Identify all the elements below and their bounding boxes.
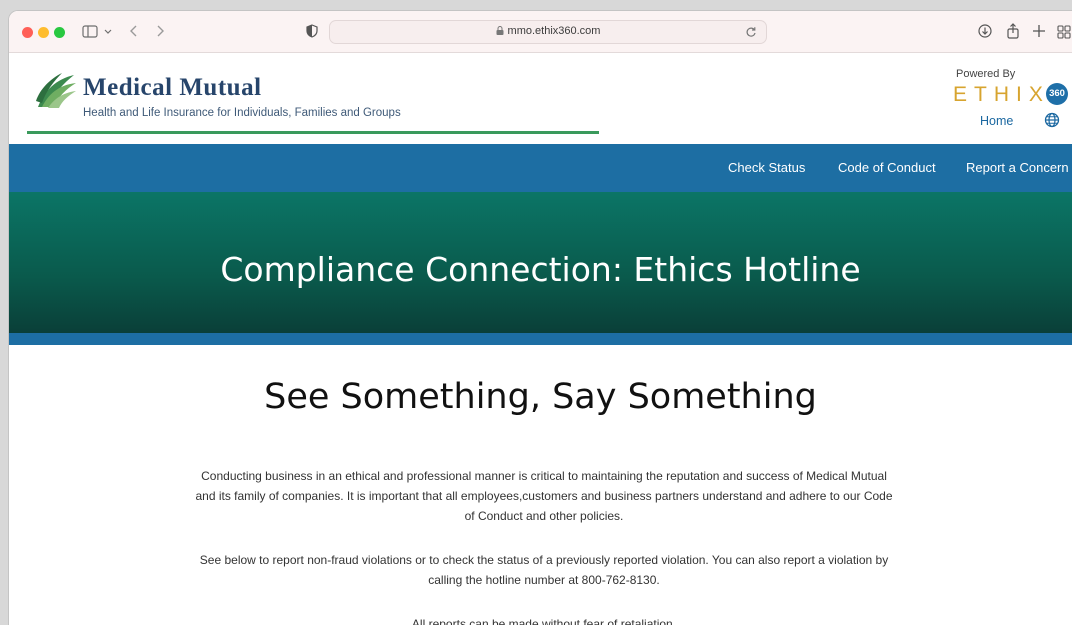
home-link[interactable]: Home bbox=[980, 114, 1013, 128]
medical-mutual-logo-icon[interactable] bbox=[34, 71, 78, 111]
intro-paragraph: Conducting business in an ethical and pr… bbox=[195, 469, 893, 523]
back-icon[interactable] bbox=[127, 20, 141, 42]
tab-overview-icon[interactable] bbox=[1057, 20, 1071, 42]
chevron-down-icon[interactable] bbox=[103, 20, 113, 42]
powered-by-label: Powered By bbox=[956, 68, 1016, 80]
brand-name: Medical Mutual bbox=[83, 74, 262, 101]
reload-icon[interactable] bbox=[744, 25, 758, 39]
address-bar[interactable]: mmo.ethix360.com bbox=[329, 20, 767, 44]
nav-report-a-concern[interactable]: Report a Concern bbox=[966, 160, 1069, 175]
site-header: Medical Mutual Health and Life Insurance… bbox=[9, 53, 1072, 144]
new-tab-icon[interactable] bbox=[1031, 20, 1047, 42]
forward-icon[interactable] bbox=[153, 20, 167, 42]
page-headline: See Something, Say Something bbox=[264, 377, 817, 417]
nav-code-of-conduct[interactable]: Code of Conduct bbox=[838, 160, 936, 175]
browser-window: mmo.ethix360.com Medical Mutual Health a… bbox=[8, 10, 1072, 625]
lock-icon bbox=[496, 26, 504, 35]
retaliation-paragraph: All reports can be made without fear of … bbox=[411, 617, 677, 625]
ethix-360-badge: 360 bbox=[1046, 83, 1068, 105]
url-text: mmo.ethix360.com bbox=[507, 25, 601, 37]
globe-icon[interactable] bbox=[1044, 112, 1060, 128]
ethix-logo-text: ETHIX bbox=[953, 83, 1050, 106]
close-window-button[interactable] bbox=[22, 27, 33, 38]
browser-toolbar: mmo.ethix360.com bbox=[9, 11, 1072, 53]
ethix360-logo[interactable]: ETHIX 360 bbox=[953, 83, 1068, 109]
downloads-icon[interactable] bbox=[977, 20, 993, 42]
minimize-window-button[interactable] bbox=[38, 27, 49, 38]
hero-title: Compliance Connection: Ethics Hotline bbox=[220, 250, 861, 289]
nav-check-status[interactable]: Check Status bbox=[728, 160, 805, 175]
brand-tagline: Health and Life Insurance for Individual… bbox=[83, 107, 401, 119]
url-field[interactable]: mmo.ethix360.com bbox=[330, 25, 766, 37]
main-nav: Check Status Code of Conduct Report a Co… bbox=[9, 144, 1072, 192]
hero-banner: Compliance Connection: Ethics Hotline bbox=[9, 192, 1072, 345]
privacy-shield-icon[interactable] bbox=[305, 20, 319, 42]
maximize-window-button[interactable] bbox=[54, 27, 65, 38]
sidebar-icon[interactable] bbox=[82, 20, 100, 42]
reporting-paragraph: See below to report non-fraud violations… bbox=[199, 553, 889, 587]
share-icon[interactable] bbox=[1005, 20, 1021, 42]
header-divider bbox=[27, 131, 599, 134]
